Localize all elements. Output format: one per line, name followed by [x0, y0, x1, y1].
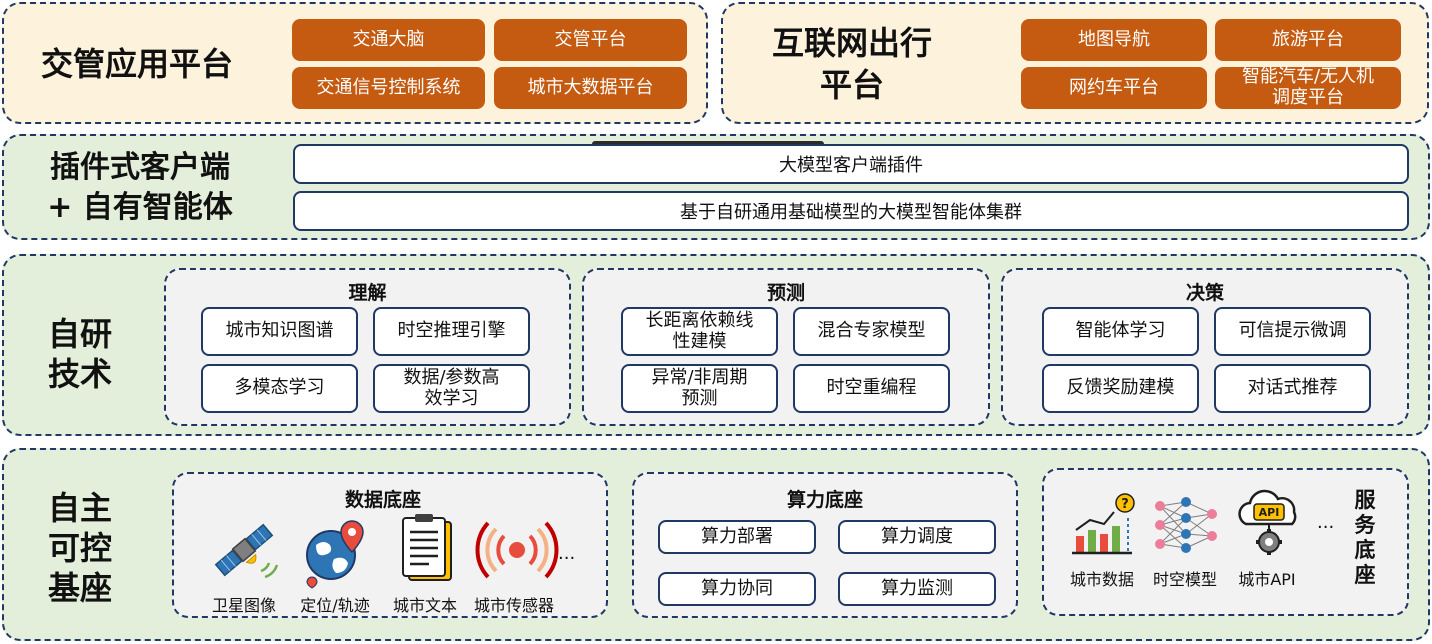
item-map-navigation: 地图导航 — [1021, 19, 1207, 61]
service-base-vertical-char-3: 底 — [1354, 538, 1376, 562]
item-city-bigdata-platform: 城市大数据平台 — [494, 67, 687, 109]
conversational-recommendation-box: 对话式推荐 — [1214, 364, 1371, 413]
city-knowledge-graph-box: 城市知识图谱 — [201, 307, 358, 356]
compute-monitoring-box: 算力监测 — [838, 572, 996, 606]
document-icon — [402, 514, 452, 581]
data-param-efficient-box: 数据/参数高效学习 — [373, 364, 530, 413]
data-base-title: 数据底座 — [344, 489, 421, 511]
compute-collaboration-box: 算力协同 — [658, 572, 816, 606]
internet-mobility-title-line1: 互联网出行 — [771, 23, 932, 62]
llm-agent-cluster-bar: 基于自研通用基础模型的大模型智能体集群 — [293, 191, 1409, 231]
satellite-icon — [214, 523, 279, 579]
item-travel-platform: 旅游平台 — [1215, 19, 1401, 61]
service-base-vertical-char-1: 服 — [1354, 488, 1376, 512]
neural-network-icon — [1155, 497, 1217, 553]
feedback-reward-modeling-box: 反馈奖励建模 — [1042, 364, 1199, 413]
base-title-line2: 可控 — [47, 528, 112, 567]
prediction-title: 预测 — [766, 282, 805, 304]
city-text-label: 城市文本 — [392, 596, 457, 615]
api-cloud-gear-icon: API — [1238, 489, 1297, 555]
bar-chart-question-icon: ? — [1072, 493, 1135, 555]
city-sensor-label: 城市传感器 — [473, 596, 554, 615]
item-traffic-mgmt-platform: 交管平台 — [494, 19, 687, 61]
svg-text:?: ? — [1121, 497, 1129, 512]
llm-client-plugin-bar: 大模型客户端插件 — [293, 144, 1409, 184]
base-title-line1: 自主 — [47, 488, 112, 527]
plugin-client-title-line2: + 自有智能体 — [47, 190, 233, 225]
multimodal-learning-box: 多模态学习 — [201, 364, 358, 413]
sensor-icon — [475, 521, 559, 579]
item-smart-vehicle-drone-dispatch: 智能汽车/无人机调度平台 — [1215, 66, 1401, 109]
anomaly-prediction-box: 异常/非周期预测 — [621, 364, 778, 413]
compute-deployment-box: 算力部署 — [658, 520, 816, 554]
decision-title: 决策 — [1185, 282, 1224, 304]
satellite-label: 卫星图像 — [211, 596, 276, 615]
data-base-ellipsis: ... — [558, 543, 576, 564]
globe-pin-icon — [306, 520, 364, 589]
spatiotemporal-reasoning-box: 时空推理引擎 — [373, 307, 530, 356]
service-base-ellipsis: ... — [1317, 512, 1335, 533]
item-ride-hailing-platform: 网约车平台 — [1021, 67, 1207, 109]
city-api-label: 城市API — [1238, 570, 1296, 589]
agent-learning-box: 智能体学习 — [1042, 307, 1199, 356]
in-house-tech-title-line1: 自研 — [47, 314, 112, 353]
compute-base-title: 算力底座 — [786, 489, 863, 511]
location-trajectory-label: 定位/轨迹 — [300, 596, 370, 615]
internet-mobility-title-line2: 平台 — [819, 65, 884, 104]
understanding-title: 理解 — [348, 282, 387, 304]
trusted-prompt-tuning-box: 可信提示微调 — [1214, 307, 1371, 356]
plugin-client-title-line1: 插件式客户端 — [50, 150, 230, 185]
base-title-line3: 基座 — [47, 568, 112, 607]
mixture-of-experts-box: 混合专家模型 — [793, 307, 950, 356]
item-signal-control-system: 交通信号控制系统 — [292, 67, 485, 109]
svg-text:API: API — [1259, 506, 1280, 519]
spatiotemporal-reprogramming-box: 时空重编程 — [793, 364, 950, 413]
compute-scheduling-box: 算力调度 — [838, 520, 996, 554]
in-house-tech-title-line2: 技术 — [47, 354, 112, 393]
app-platform-title: 交管应用平台 — [40, 44, 233, 83]
service-base-vertical-char-4: 座 — [1354, 563, 1376, 587]
service-base-vertical-char-2: 务 — [1354, 513, 1376, 537]
long-range-dependency-box: 长距离依赖线性建模 — [621, 307, 778, 356]
item-traffic-brain: 交通大脑 — [292, 19, 485, 61]
